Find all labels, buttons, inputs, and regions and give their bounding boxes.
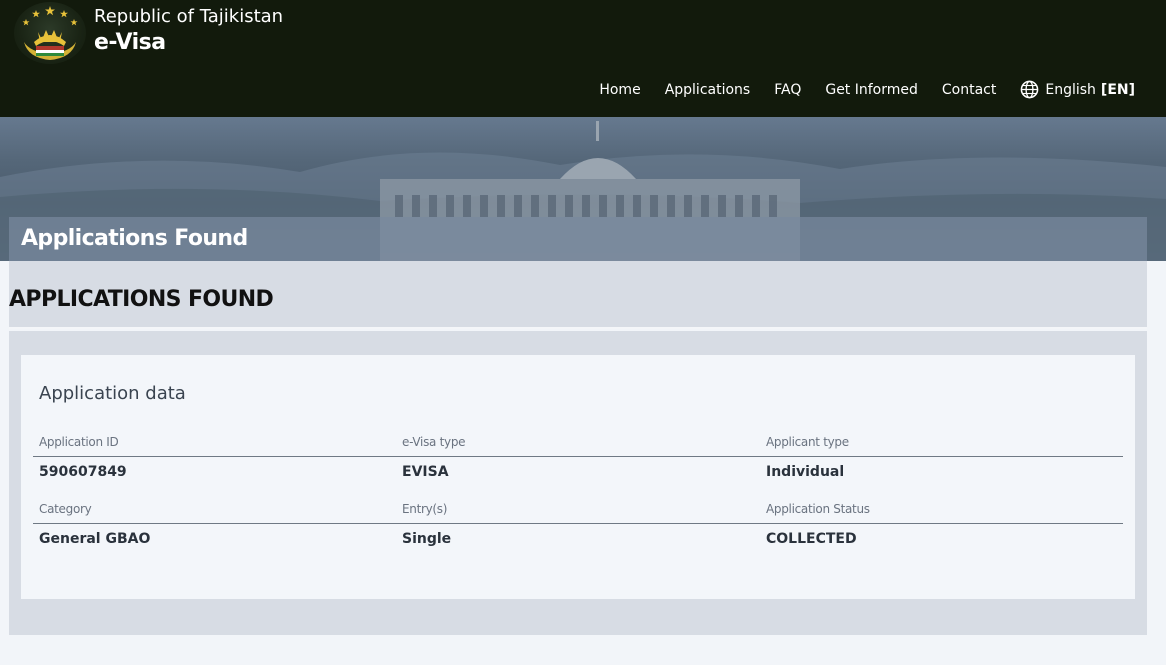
data-row: Category Entry(s) Application Status Gen… — [33, 500, 1123, 567]
hero-banner-image: Applications Found — [0, 117, 1166, 261]
nav-get-informed[interactable]: Get Informed — [825, 82, 918, 98]
field-value-evisa-type: EVISA — [402, 464, 449, 480]
section-header: APPLICATIONS FOUND — [9, 261, 1147, 329]
globe-icon — [1021, 80, 1039, 99]
site-header: Republic of Tajikistan e-Visa Home Appli… — [0, 0, 1166, 117]
field-value-application-id: 590607849 — [39, 464, 127, 480]
field-label-category: Category — [39, 502, 92, 516]
main-nav: Home Applications FAQ Get Informed Conta… — [575, 80, 1135, 99]
nav-faq[interactable]: FAQ — [774, 82, 801, 98]
field-label-entries: Entry(s) — [402, 502, 448, 516]
field-value-category: General GBAO — [39, 531, 151, 547]
page-title: Applications Found — [21, 226, 248, 251]
field-label-evisa-type: e-Visa type — [402, 435, 466, 449]
application-data-card: Application data Application ID e-Visa t… — [21, 355, 1135, 599]
language-selector[interactable]: English [EN] — [1020, 80, 1135, 99]
field-label-application-status: Application Status — [766, 502, 870, 516]
country-name: Republic of Tajikistan — [94, 6, 284, 27]
section-title: APPLICATIONS FOUND — [9, 287, 274, 312]
field-value-applicant-type: Individual — [766, 464, 845, 480]
nav-home[interactable]: Home — [599, 82, 640, 98]
page-title-banner: Applications Found — [9, 217, 1147, 261]
field-label-applicant-type: Applicant type — [766, 435, 849, 449]
field-value-application-status: COLLECTED — [766, 531, 857, 547]
card-title: Application data — [39, 383, 186, 404]
nav-contact[interactable]: Contact — [942, 82, 996, 98]
section-body: Application data Application ID e-Visa t… — [9, 331, 1147, 635]
language-label: English — [1045, 81, 1096, 98]
emblem-logo[interactable] — [14, 2, 86, 64]
field-label-application-id: Application ID — [39, 435, 119, 449]
data-row: Application ID e-Visa type Applicant typ… — [33, 433, 1123, 500]
field-value-entries: Single — [402, 531, 452, 547]
language-code: [EN] — [1100, 81, 1135, 98]
nav-applications[interactable]: Applications — [665, 82, 751, 98]
application-data-grid: Application ID e-Visa type Applicant typ… — [33, 433, 1123, 567]
site-title[interactable]: e-Visa — [94, 30, 166, 55]
